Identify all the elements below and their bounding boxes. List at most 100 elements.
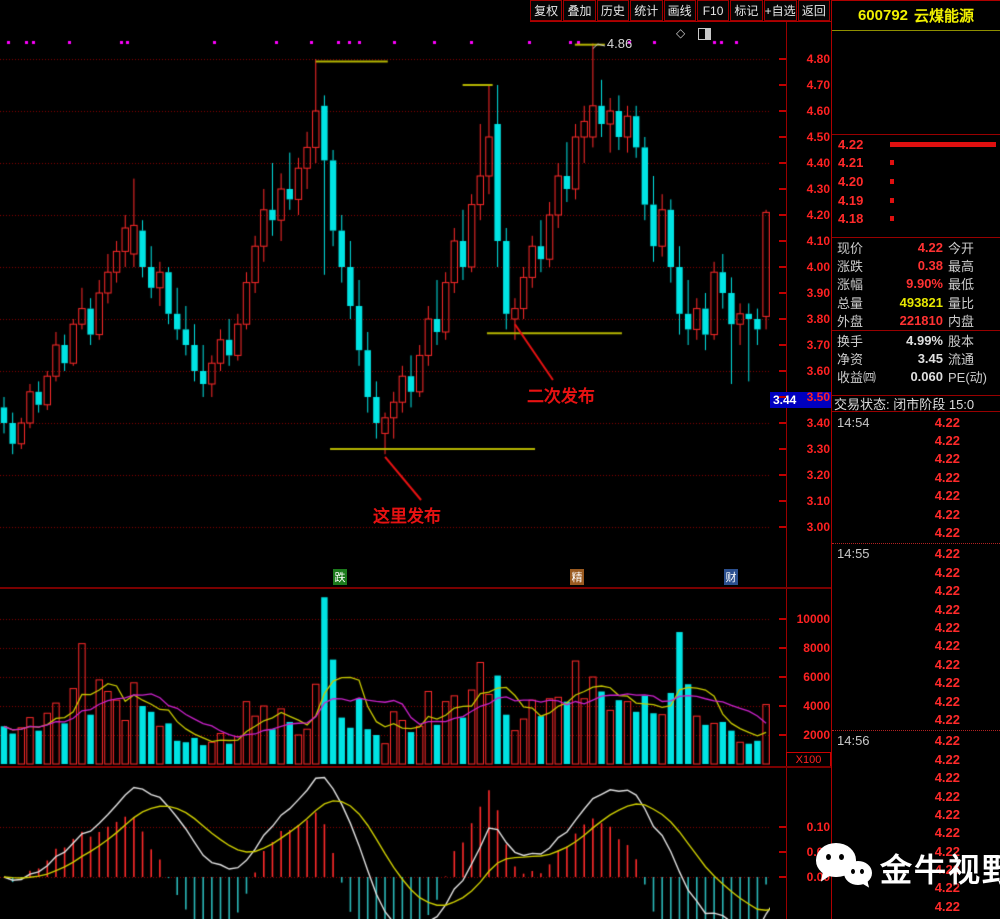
axis-tick [779,318,786,320]
watermark: 金牛视野 [816,843,1000,893]
axis-tick [779,500,786,502]
tick-row: 4.22 [832,487,1000,505]
tick-price: 4.22 [934,546,960,562]
tick-row: 4.22 [832,824,1000,842]
tick-row: 14:54 4.22 [832,413,1000,431]
divider-badge-跌[interactable]: 跌 [333,569,347,585]
tick-price: 4.22 [934,656,960,672]
axis-tick [779,876,786,878]
level-row: 4.22 [832,135,1000,154]
level-row: 4.19 [832,191,1000,210]
quote-label: 涨跌 [837,259,864,275]
tick-price: 4.22 [934,469,960,485]
tick-time: 14:54 [837,414,870,430]
divider-badge-精[interactable]: 精 [570,569,584,585]
tick-row: 4.22 [832,600,1000,618]
tick-price: 4.22 [934,619,960,635]
toolbar-button-叠加[interactable]: 叠加 [563,0,596,21]
tick-price: 4.22 [934,451,960,467]
toolbar-button-F10[interactable]: F10 [696,0,730,21]
axis-tick [779,474,786,476]
watermark-text: 金牛视野 [880,852,1000,888]
axis-tick [779,110,786,112]
quote-value: 221810 [899,313,943,329]
quote-row: 涨跌 0.38 最高 [832,256,1000,274]
stock-name: 云煤能源 [914,8,975,25]
axis-tick [779,136,786,138]
axis-tick [779,618,786,620]
level-volume-bar [890,197,894,203]
pane-separator [0,766,831,768]
tick-row: 4.22 [832,805,1000,823]
quote-value: 3.45 [917,351,943,367]
axis-tick [779,851,786,853]
tick-price: 4.22 [934,693,960,709]
axis-tick [779,396,786,398]
tick-row: 4.22 [832,637,1000,655]
axis-label: 3.10 [806,494,830,508]
axis-label: 3.60 [806,364,830,378]
axis-tick [779,58,786,60]
axis-tick [779,292,786,294]
axis-label: 4000 [803,699,830,713]
toolbar-button-复权[interactable]: 复权 [530,0,563,21]
divider-badge-财[interactable]: 财 [724,569,738,585]
annotation-second-release: 二次发布 [526,387,595,406]
quote-row: 净资 3.45 流通 [832,349,1000,367]
axis-tick [779,734,786,736]
level-volume-bar [890,216,894,222]
quote-row: 收益㈣ 0.060 PE(动) [832,368,1000,386]
tick-price: 4.22 [934,583,960,599]
tick-separator [832,729,1000,731]
volume-unit-label: X100 [786,752,831,767]
tick-separator [832,542,1000,544]
toolbar-button-返回[interactable]: 返回 [797,0,831,21]
tick-row: 4.22 [832,468,1000,486]
axis-tick [779,84,786,86]
tick-row: 4.22 [832,431,1000,449]
macd-chart-canvas[interactable] [0,770,770,919]
axis-tick [779,370,786,372]
tick-row: 4.22 [832,618,1000,636]
axis-label: 0.10 [806,820,830,834]
tick-price: 4.22 [934,788,960,804]
axis-label: 3.00 [806,520,830,534]
axis-label: 3.40 [806,416,830,430]
toolbar-button-画线[interactable]: 画线 [663,0,696,21]
tick-row: 4.22 [832,916,1000,919]
tick-row: 14:55 4.22 [832,545,1000,563]
toolbar-button-+自选[interactable]: +自选 [763,0,797,21]
toolbar-button-历史[interactable]: 历史 [596,0,630,21]
level-price: 4.20 [838,173,864,189]
tick-price: 4.22 [934,751,960,767]
axis-label: 4.30 [806,182,830,196]
tick-row: 4.22 [832,750,1000,768]
tick-row: 4.22 [832,673,1000,691]
quote-row: 现价 4.22 今开 [832,238,1000,256]
tick-price: 4.22 [934,433,960,449]
tick-price: 4.22 [934,638,960,654]
level-price: 4.18 [838,211,864,227]
quote-value: 4.99% [906,332,943,348]
axis-tick [779,705,786,707]
axis-label: 2000 [803,728,830,742]
toolbar-button-标记[interactable]: 标记 [730,0,763,21]
quote-label2: 流通 [948,352,975,368]
level-price: 4.19 [838,192,864,208]
window-split-icon[interactable] [698,28,711,40]
tick-price: 4.22 [934,525,960,541]
tick-row: 4.22 [832,450,1000,468]
diamond-icon[interactable]: ◇ [676,26,685,40]
toolbar-button-统计[interactable]: 统计 [630,0,663,21]
quote-row: 涨幅 9.90% 最低 [832,275,1000,293]
tick-row: 4.22 [832,710,1000,728]
volume-chart-canvas[interactable] [0,590,770,767]
axis-label: 4.50 [806,130,830,144]
tick-time: 14:56 [837,733,870,749]
quote-label2: 股本 [948,333,975,349]
annotation-first-release: 这里发布 [373,507,442,526]
axis-label: 3.30 [806,442,830,456]
quote-label: 总量 [837,295,864,311]
tick-row: 4.22 [832,505,1000,523]
axis-label: 3.50 [806,390,830,404]
